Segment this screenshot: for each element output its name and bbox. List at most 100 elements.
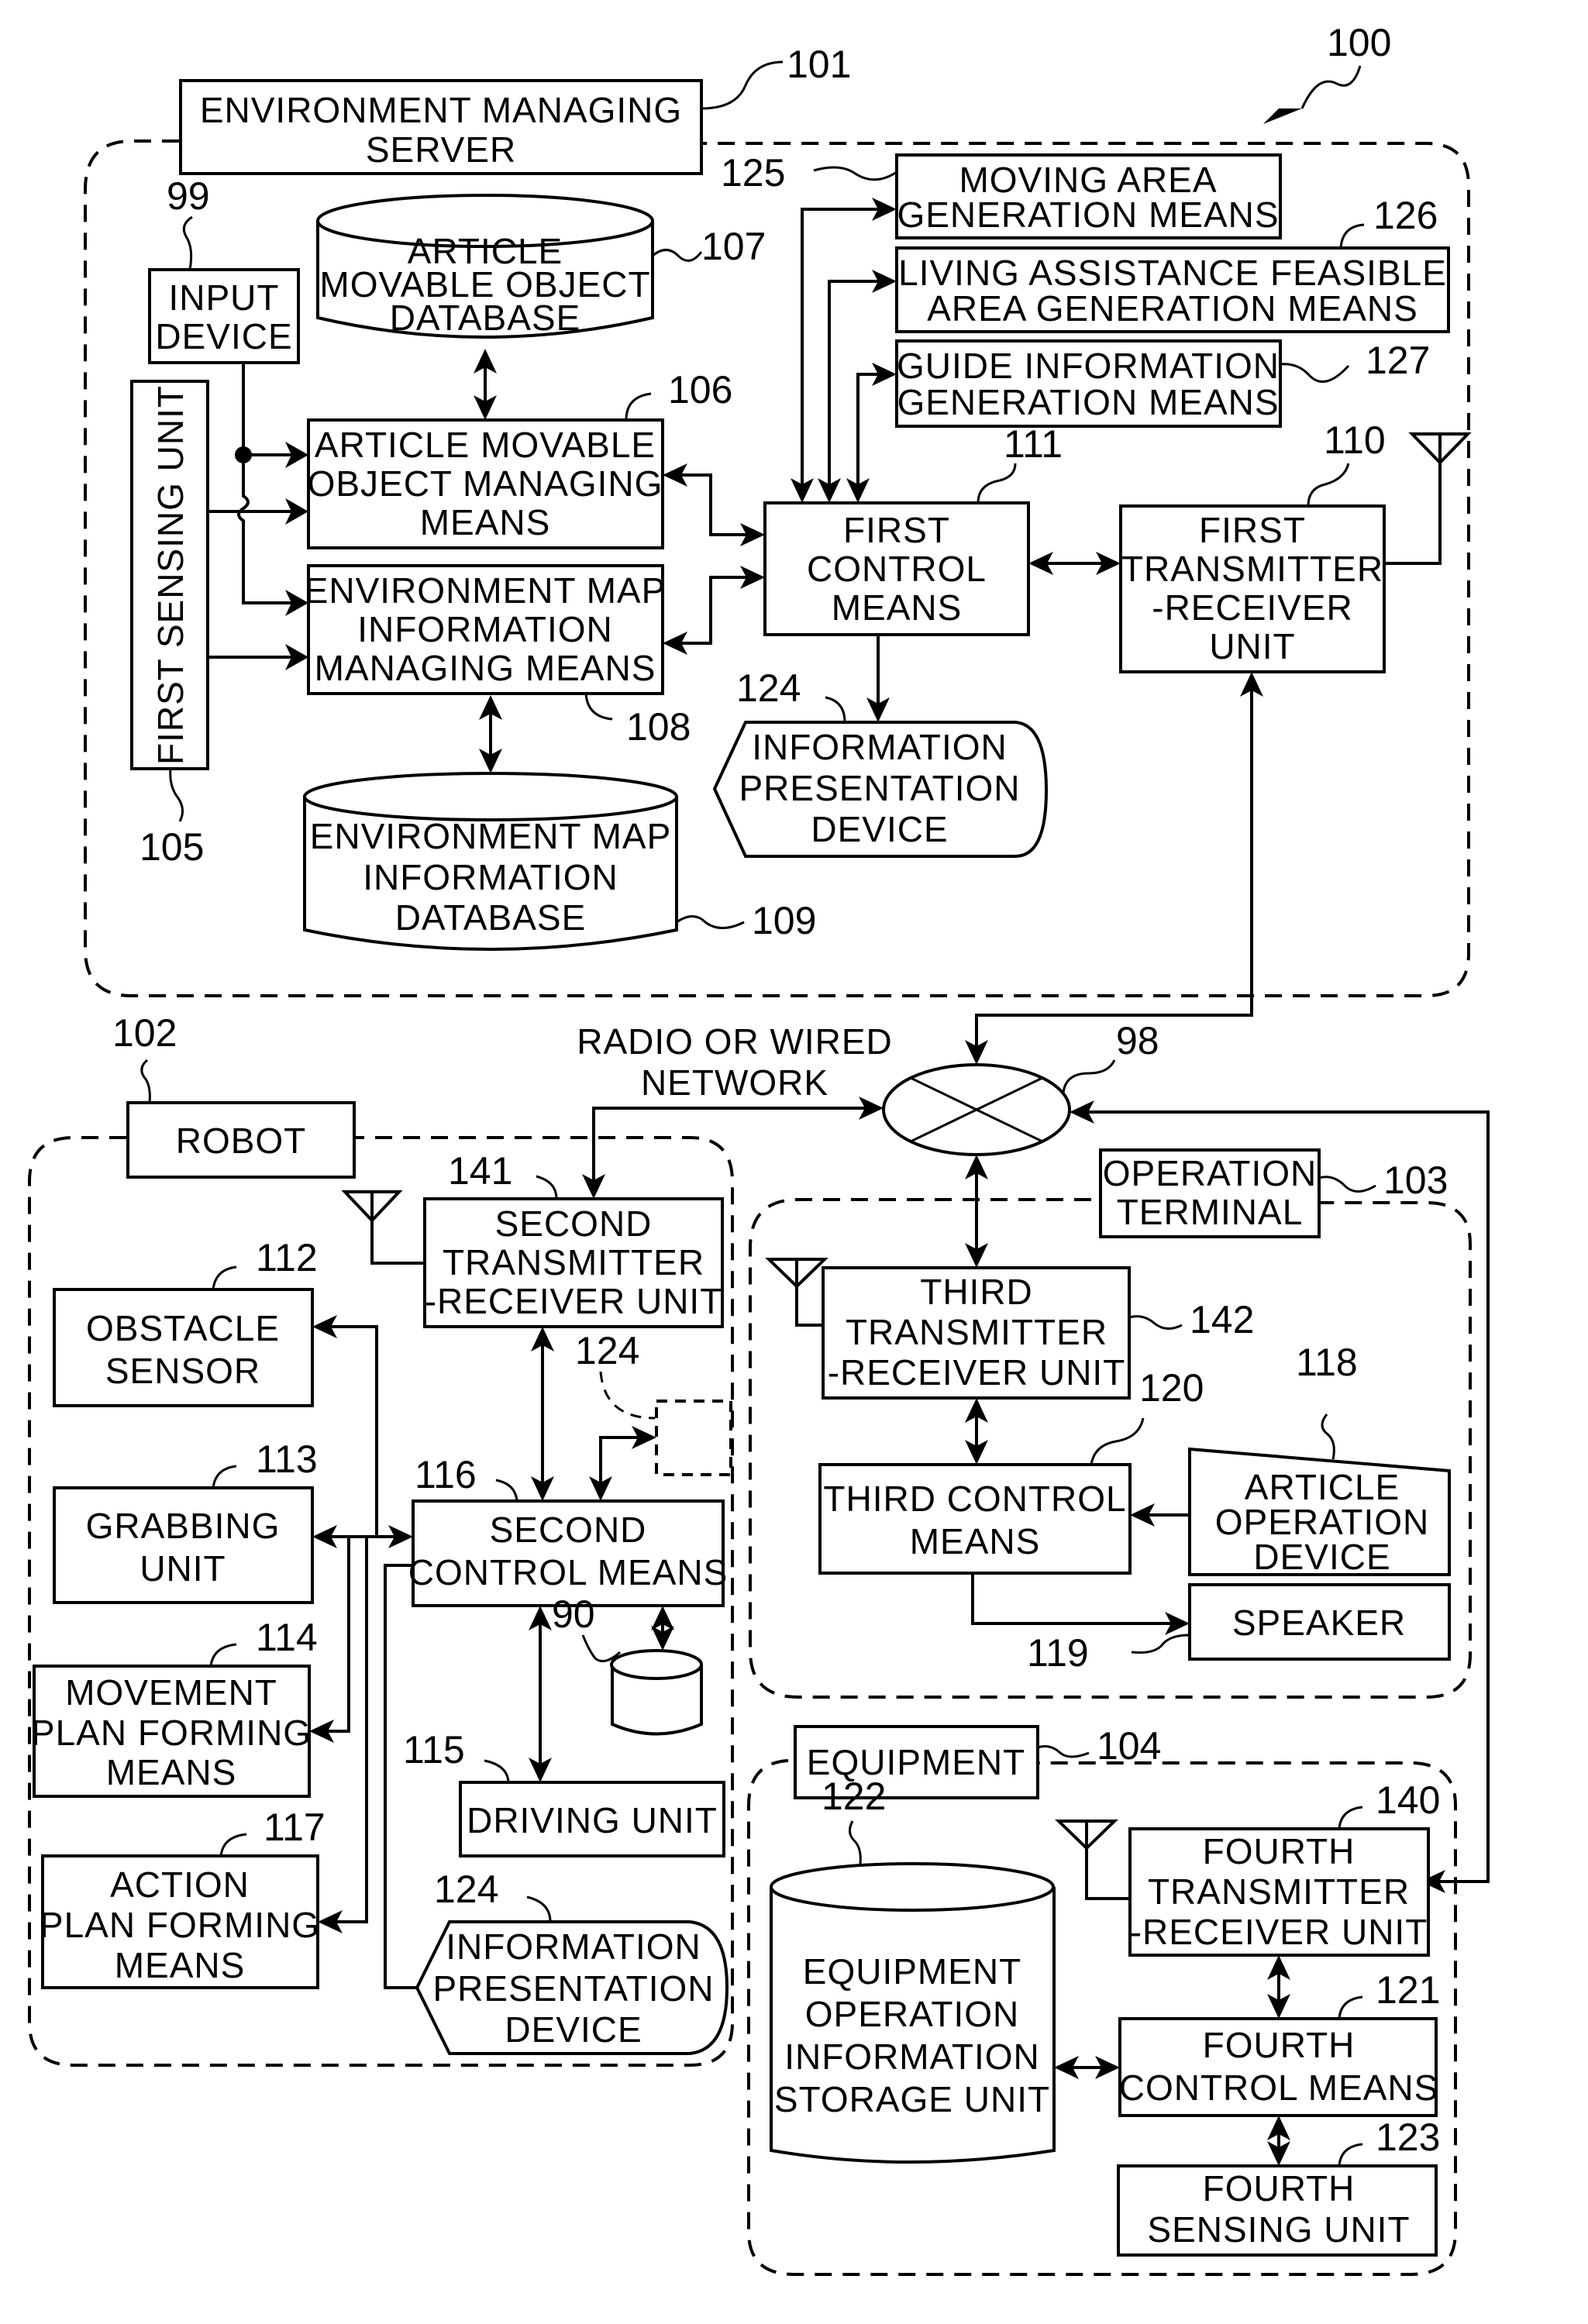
- equipment-db-line-2: OPERATION: [805, 1994, 1020, 2034]
- first-control-line-3: MEANS: [832, 587, 963, 628]
- first-control-line-2: CONTROL: [807, 549, 987, 589]
- leader-107: [652, 249, 703, 262]
- leader-124-server: [825, 696, 846, 723]
- leader-127: [1280, 363, 1350, 383]
- ref-104: 104: [1097, 1724, 1161, 1768]
- leader-141: [536, 1175, 558, 1200]
- leader-101: [701, 60, 784, 110]
- leader-104: [1037, 1745, 1090, 1758]
- second-transceiver-line-3: -RECEIVER UNIT: [425, 1281, 723, 1321]
- movement-plan-line-3: MEANS: [106, 1752, 237, 1792]
- leader-111: [977, 463, 1017, 504]
- leader-116: [495, 1479, 518, 1502]
- env-map-managing-line-2: INFORMATION: [357, 609, 613, 649]
- first-transceiver-line-1: FIRST: [1199, 510, 1306, 550]
- ref-116: 116: [415, 1453, 477, 1496]
- ref-120: 120: [1139, 1366, 1204, 1410]
- first-transceiver-line-2: TRANSMITTER: [1121, 549, 1383, 589]
- leader-142: [1128, 1315, 1183, 1330]
- network-label-line-1: RADIO OR WIRED: [577, 1021, 893, 1062]
- first-sensing-unit-label: FIRST SENSING UNIT: [150, 385, 191, 765]
- living-assistance-line-2: AREA GENERATION MEANS: [927, 288, 1418, 329]
- first-control-line-1: FIRST: [843, 510, 950, 550]
- speaker-label: SPEAKER: [1232, 1603, 1406, 1643]
- guide-info-line-1: GUIDE INFORMATION: [897, 346, 1280, 386]
- ref-101: 101: [787, 43, 851, 86]
- env-map-managing-line-3: MANAGING MEANS: [315, 648, 656, 688]
- leader-115: [484, 1759, 510, 1783]
- moving-area-generation-means: MOVING AREA GENERATION MEANS 125: [721, 151, 1282, 239]
- leader-119: [1131, 1634, 1190, 1654]
- ref-100: 100: [1327, 21, 1391, 64]
- second-antenna-feed: [370, 1221, 425, 1265]
- fourth-transceiver-line-1: FOURTH: [1203, 1831, 1355, 1871]
- third-antenna-icon: [765, 1258, 828, 1289]
- network-node: 98 RADIO OR WIRED NETWORK: [577, 1019, 1159, 1156]
- leader-125: [813, 166, 897, 181]
- driving-unit-label: DRIVING UNIT: [467, 1800, 718, 1840]
- ref-105: 105: [140, 825, 204, 869]
- leader-98: [1062, 1059, 1116, 1093]
- ref-119: 119: [1027, 1631, 1089, 1675]
- ref-121: 121: [1376, 1968, 1440, 2012]
- env-map-db-line-2: INFORMATION: [363, 857, 618, 897]
- article-db-line-3: DATABASE: [390, 298, 581, 338]
- leader-124-optional: [599, 1371, 656, 1420]
- ref-98: 98: [1116, 1019, 1159, 1062]
- equipment-db-line-1: EQUIPMENT: [803, 1951, 1021, 1992]
- third-control-line-1: THIRD CONTROL: [823, 1479, 1126, 1519]
- ref-107: 107: [701, 225, 766, 268]
- input-device-line-2: DEVICE: [155, 316, 292, 356]
- second-control-line-2: CONTROL MEANS: [408, 1552, 729, 1592]
- ref-102: 102: [112, 1011, 177, 1055]
- article-movable-object-database: ARTICLE MOVABLE OBJECT DATABASE 107: [316, 194, 766, 339]
- server-info-pres-line-1: INFORMATION: [752, 727, 1008, 767]
- guide-information-generation-means: GUIDE INFORMATION GENERATION MEANS 127: [895, 339, 1430, 428]
- second-transmitter-receiver-unit: SECOND TRANSMITTER -RECEIVER UNIT 141: [341, 1149, 724, 1328]
- obstacle-sensor-line-1: OBSTACLE: [86, 1308, 280, 1348]
- article-operation-line-3: DEVICE: [1253, 1537, 1390, 1577]
- server-title-line-1: ENVIRONMENT MANAGING: [200, 90, 682, 130]
- leader-108: [584, 693, 613, 721]
- server-title-line-2: SERVER: [366, 129, 516, 170]
- environment-map-information-managing-means: ENVIRONMENT MAP INFORMATION MANAGING MEA…: [305, 564, 691, 749]
- first-antenna-feed: [1384, 463, 1442, 565]
- ref-103: 103: [1383, 1159, 1448, 1202]
- ref-110: 110: [1324, 418, 1386, 462]
- second-transceiver-line-2: TRANSMITTER: [443, 1242, 704, 1283]
- article-managing-line-3: MEANS: [420, 502, 551, 542]
- action-plan-line-1: ACTION: [110, 1864, 250, 1905]
- movement-plan-forming-means: MOVEMENT PLAN FORMING MEANS 114: [31, 1616, 318, 1798]
- leader-103: [1318, 1176, 1376, 1193]
- leader-105: [169, 768, 184, 822]
- second-control-line-1: SECOND: [490, 1510, 647, 1550]
- ref-124-optional: 124: [575, 1329, 639, 1372]
- speaker: SPEAKER 119: [1027, 1583, 1451, 1675]
- ref-117: 117: [264, 1806, 326, 1849]
- leader-122: [849, 1820, 862, 1864]
- action-plan-forming-means: ACTION PLAN FORMING MEANS 117: [40, 1806, 326, 1989]
- movement-plan-line-2: PLAN FORMING: [31, 1713, 312, 1753]
- system-block-diagram: ENVIRONMENT MANAGING SERVER 101 100 INPU…: [28, 21, 1490, 2276]
- ref-109: 109: [752, 899, 816, 942]
- third-control-line-2: MEANS: [910, 1521, 1041, 1561]
- ref-111: 111: [1004, 422, 1063, 466]
- leader-121: [1338, 1995, 1363, 2019]
- system-reference: 100: [1263, 21, 1391, 124]
- ref-113: 113: [256, 1437, 318, 1481]
- input-device: INPUT DEVICE 99: [148, 174, 300, 364]
- ref-125: 125: [721, 151, 785, 195]
- env-map-db-line-3: DATABASE: [395, 897, 587, 938]
- leader-102: [140, 1059, 151, 1103]
- leader-109: [676, 915, 745, 929]
- driving-unit: DRIVING UNIT 115: [403, 1728, 725, 1857]
- ref-124-server: 124: [736, 666, 801, 710]
- robot-info-pres-line-3: DEVICE: [505, 2009, 642, 2050]
- article-managing-line-1: ARTICLE MOVABLE: [315, 425, 656, 465]
- leader-124-robot: [526, 1895, 552, 1923]
- leader-112: [212, 1265, 237, 1290]
- obstacle-sensor-line-2: SENSOR: [105, 1351, 260, 1391]
- leader-99: [182, 215, 193, 270]
- ref-127: 127: [1366, 339, 1430, 382]
- fourth-control-line-1: FOURTH: [1203, 2025, 1355, 2065]
